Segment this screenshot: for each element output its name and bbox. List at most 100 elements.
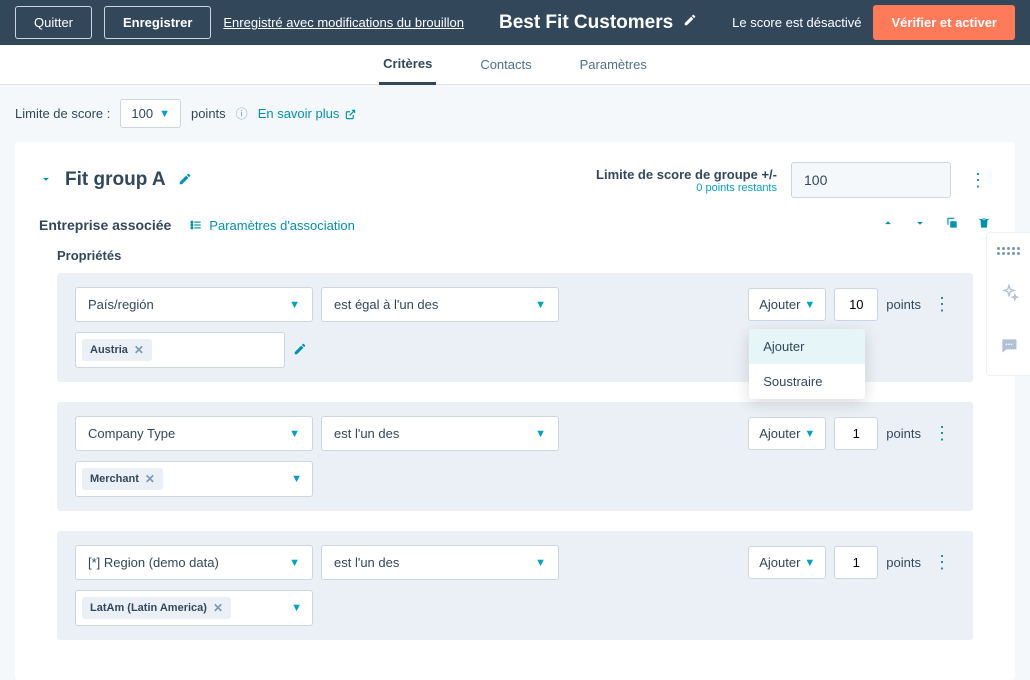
points-label: points — [886, 426, 921, 441]
assoc-params-link[interactable]: Paramètres d'association — [189, 218, 355, 233]
group-more-icon[interactable]: ⋮ — [965, 170, 991, 191]
points-input[interactable] — [834, 546, 878, 579]
points-input[interactable] — [834, 417, 878, 450]
tag-input[interactable]: Austria ✕ — [75, 332, 285, 368]
verify-activate-button[interactable]: Vérifier et activer — [873, 5, 1015, 40]
caret-down-icon: ▼ — [804, 299, 815, 311]
draft-status-link[interactable]: Enregistré avec modifications du brouill… — [223, 15, 464, 30]
rule-points: Ajouter▼AjouterSoustrairepoints⋮ — [748, 288, 955, 321]
group-header: Fit group A Limite de score de groupe +/… — [39, 162, 991, 198]
tag-input[interactable]: LatAm (Latin America) ✕ ▼ — [75, 590, 313, 626]
edit-group-icon[interactable] — [178, 172, 192, 189]
points-label: points — [886, 297, 921, 312]
property-value: [*] Region (demo data) — [88, 555, 219, 570]
caret-down-icon: ▼ — [291, 473, 302, 485]
action-value: Ajouter — [759, 297, 800, 312]
operator-value: est l'un des — [334, 555, 399, 570]
property-select[interactable]: País/región▼ — [75, 287, 313, 322]
action-value: Ajouter — [759, 426, 800, 441]
tag-chip: Merchant ✕ — [82, 468, 163, 490]
edit-tags-icon[interactable] — [293, 342, 307, 359]
caret-down-icon: ▼ — [804, 428, 815, 440]
rule-points: Ajouter ▼ points ⋮ — [748, 417, 955, 450]
points-label: points — [886, 555, 921, 570]
operator-value: est égal à l'un des — [334, 297, 438, 312]
tab-criteria[interactable]: Critères — [379, 45, 436, 85]
assoc-actions — [881, 216, 991, 234]
score-limit-value: 100 — [131, 106, 153, 121]
remove-tag-icon[interactable]: ✕ — [213, 601, 223, 615]
operator-value: est l'un des — [334, 426, 399, 441]
collapse-up-icon[interactable] — [881, 216, 895, 234]
info-icon[interactable]: ⓘ — [236, 105, 248, 122]
action-value: Ajouter — [759, 555, 800, 570]
action-select[interactable]: Ajouter ▼ — [748, 417, 826, 450]
tag-text: Merchant — [90, 473, 139, 485]
tag-chip: LatAm (Latin America) ✕ — [82, 597, 231, 619]
score-status: Le score est désactivé — [732, 15, 861, 30]
tag-input[interactable]: Merchant ✕ ▼ — [75, 461, 313, 497]
assoc-params-text: Paramètres d'association — [209, 218, 355, 233]
score-limit-points: points — [191, 106, 226, 121]
tag-chip: Austria ✕ — [82, 339, 152, 361]
rule-block: Company Type▼est l'un des▼Ajouter▼points… — [57, 402, 973, 511]
quit-button[interactable]: Quitter — [15, 6, 92, 39]
rule-more-icon[interactable]: ⋮ — [929, 423, 955, 444]
caret-down-icon: ▼ — [291, 602, 302, 614]
action-select[interactable]: Ajouter ▼ — [748, 546, 826, 579]
rule-more-icon[interactable]: ⋮ — [929, 294, 955, 315]
score-limit-label: Limite de score : — [15, 106, 110, 121]
caret-down-icon: ▼ — [535, 428, 546, 440]
rule-more-icon[interactable]: ⋮ — [929, 552, 955, 573]
remove-tag-icon[interactable]: ✕ — [145, 472, 155, 486]
tabs: Critères Contacts Paramètres — [0, 45, 1030, 85]
caret-down-icon: ▼ — [535, 557, 546, 569]
drag-grid-icon[interactable] — [997, 247, 1020, 255]
property-value: País/región — [88, 297, 154, 312]
tab-params[interactable]: Paramètres — [576, 46, 651, 83]
page-title: Best Fit Customers — [499, 12, 673, 34]
dropdown-item-add[interactable]: Ajouter — [749, 329, 865, 364]
ai-sparkle-icon[interactable] — [999, 283, 1019, 308]
action-select[interactable]: Ajouter▼AjouterSoustraire — [748, 288, 826, 321]
points-input[interactable] — [834, 288, 878, 321]
learn-more-text: En savoir plus — [258, 106, 340, 121]
remove-tag-icon[interactable]: ✕ — [134, 343, 144, 357]
edit-title-icon[interactable] — [683, 13, 697, 32]
tag-text: Austria — [90, 344, 128, 356]
tab-contacts[interactable]: Contacts — [476, 46, 535, 83]
score-limit-row: Limite de score : 100 ▼ points ⓘ En savo… — [0, 85, 1030, 142]
group-limit-remaining: 0 points restants — [596, 182, 777, 194]
rule-block: País/región▼ est égal à l'un des ▼ Ajouter ▼… — [57, 273, 973, 382]
property-value: Company Type — [88, 426, 175, 441]
property-select[interactable]: Company Type▼ — [75, 416, 313, 451]
rule-points: Ajouter ▼ points ⋮ — [748, 546, 955, 579]
caret-down-icon: ▼ — [535, 299, 546, 311]
topbar: Quitter Enregistrer Enregistré avec modi… — [0, 0, 1030, 45]
chat-icon[interactable] — [999, 336, 1019, 361]
side-rail — [986, 232, 1030, 376]
learn-more-link[interactable]: En savoir plus — [258, 106, 356, 121]
operator-select[interactable]: est égal à l'un des ▼ — [321, 287, 559, 322]
expand-down-icon[interactable] — [913, 216, 927, 234]
operator-select[interactable]: est l'un des ▼ — [321, 545, 559, 580]
group-card: Fit group A Limite de score de groupe +/… — [15, 142, 1015, 680]
caret-down-icon: ▼ — [804, 557, 815, 569]
rule-block: [*] Region (demo data)▼est l'un des▼Ajou… — [57, 531, 973, 640]
save-button[interactable]: Enregistrer — [104, 6, 211, 39]
tag-text: LatAm (Latin America) — [90, 602, 207, 614]
operator-select[interactable]: est l'un des ▼ — [321, 416, 559, 451]
group-limit-label: Limite de score de groupe +/- — [596, 167, 777, 182]
collapse-group-icon[interactable] — [39, 172, 53, 189]
group-title: Fit group A — [65, 169, 166, 191]
score-limit-select[interactable]: 100 ▼ — [120, 99, 181, 128]
property-select[interactable]: [*] Region (demo data) ▼ — [75, 545, 313, 580]
assoc-row: Entreprise associée Paramètres d'associa… — [39, 216, 991, 234]
props-label: Propriétés — [57, 248, 991, 263]
group-limit-input[interactable] — [791, 162, 951, 198]
caret-down-icon: ▼ — [289, 557, 300, 569]
assoc-label: Entreprise associée — [39, 217, 171, 233]
copy-icon[interactable] — [945, 216, 959, 234]
dropdown-item-subtract[interactable]: Soustraire — [749, 364, 865, 399]
caret-down-icon: ▼ — [159, 108, 170, 120]
